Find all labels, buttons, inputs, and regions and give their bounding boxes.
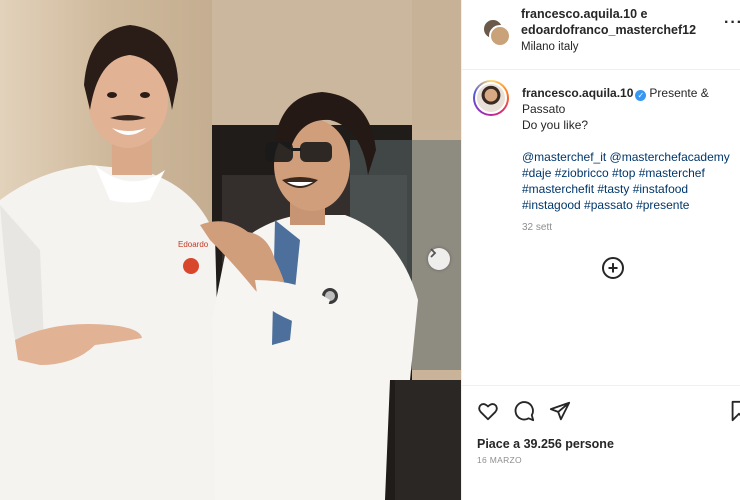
chevron-right-icon: [430, 248, 437, 258]
caption-tags-1[interactable]: @masterchef_it @masterchefacademy: [522, 150, 730, 164]
caption-line-3: Do you like?: [522, 118, 589, 132]
caption-tags-2[interactable]: #daje #ziobricco #top #masterchef: [522, 166, 705, 180]
verified-badge-icon: ✓: [635, 90, 647, 101]
post-photo: Edoardo: [0, 0, 461, 500]
post-caption: francesco.aquila.10 ✓ Presente & Passato D…: [462, 70, 740, 385]
post-side-panel: francesco.aquila.10 e edoardofranco_mast…: [461, 0, 740, 500]
caption-tags-3[interactable]: #masterchefit #tasty #instafood: [522, 182, 688, 196]
post-date: 16 MARZO: [477, 455, 522, 465]
post-authors[interactable]: francesco.aquila.10 e edoardofranco_mast…: [521, 6, 701, 38]
caption-username[interactable]: francesco.aquila.10: [522, 86, 633, 100]
collab-avatars[interactable]: [482, 18, 511, 47]
author-line-1[interactable]: francesco.aquila.10 e: [521, 6, 701, 22]
author-avatar[interactable]: [473, 80, 509, 116]
comment-icon[interactable]: [513, 400, 535, 422]
heart-icon[interactable]: [477, 400, 499, 422]
author-line-2[interactable]: edoardofranco_masterchef12: [521, 22, 701, 38]
caption-text: francesco.aquila.10 ✓ Presente & Passato D…: [522, 85, 734, 213]
jacket-name-text: Edoardo: [178, 240, 209, 249]
caption-timestamp[interactable]: 32 sett: [522, 222, 552, 233]
share-icon[interactable]: [549, 400, 571, 422]
bookmark-icon[interactable]: [728, 400, 740, 422]
caption-line-2: Passato: [522, 102, 566, 116]
likes-count[interactable]: Piace a 39.256 persone: [477, 437, 614, 451]
post-header: francesco.aquila.10 e edoardofranco_mast…: [462, 0, 740, 70]
add-circle-icon[interactable]: +: [602, 257, 624, 279]
photo-illustration: Edoardo: [0, 0, 461, 500]
more-icon[interactable]: ···: [724, 15, 740, 31]
caption-tags-4[interactable]: #instagood #passato #presente: [522, 198, 689, 212]
avatar: [489, 25, 511, 47]
caption-line-1: Presente &: [649, 86, 709, 100]
carousel-next-button[interactable]: [428, 248, 450, 270]
post-actions: Piace a 39.256 persone 16 MARZO: [462, 385, 740, 500]
post-location[interactable]: Milano italy: [521, 41, 579, 53]
